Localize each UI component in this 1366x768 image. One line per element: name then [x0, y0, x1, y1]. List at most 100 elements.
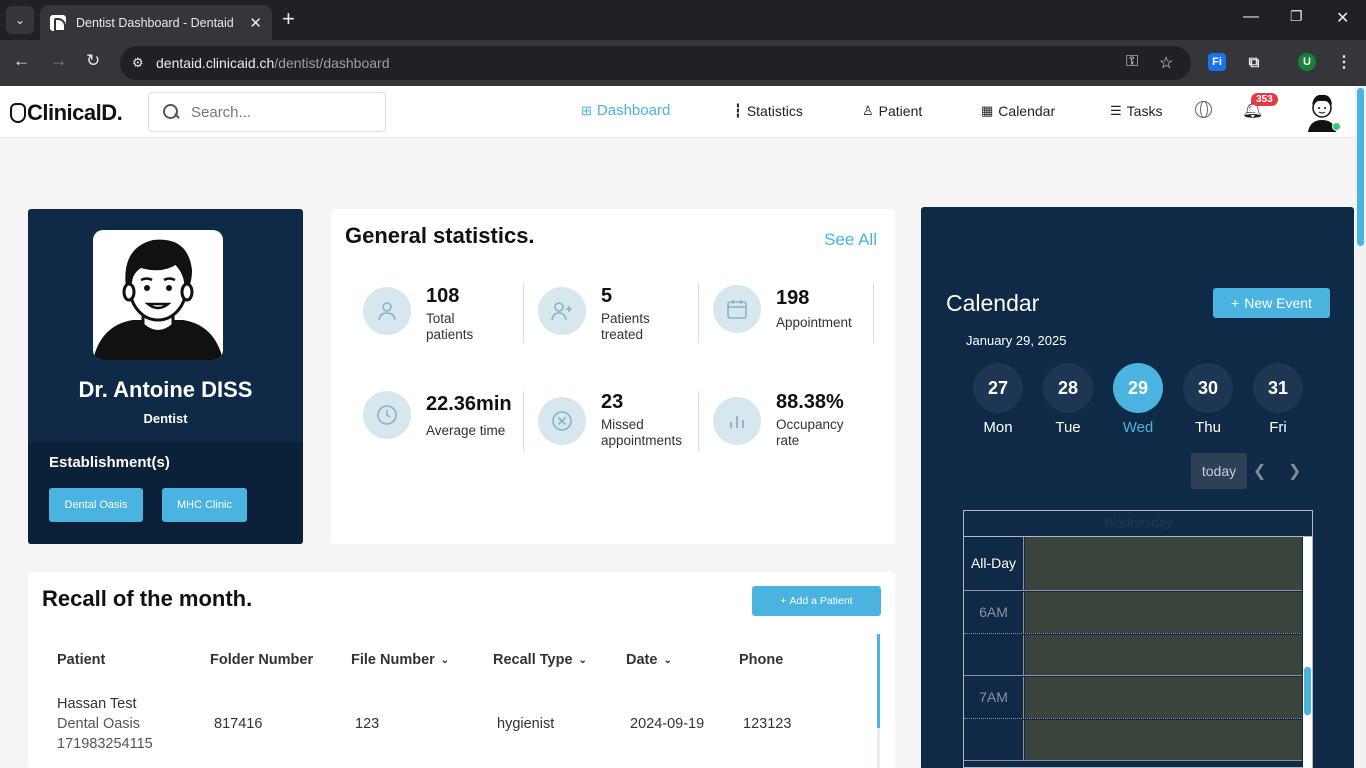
- key-icon[interactable]: ⚿: [1126, 53, 1138, 71]
- phone: 123123: [743, 716, 792, 732]
- stat-label: Total patients: [426, 311, 474, 342]
- nav-patient[interactable]: ♙ Patient: [862, 103, 922, 119]
- restore-button[interactable]: ❐: [1290, 8, 1303, 25]
- tooth-logo-icon: [10, 103, 26, 123]
- minimize-button[interactable]: —: [1243, 8, 1259, 26]
- forward-button[interactable]: →: [50, 51, 67, 71]
- calendar-current-date: January 29, 2025: [966, 333, 1067, 348]
- column-header-file-number[interactable]: File Number ⌄: [351, 652, 449, 668]
- time-slot[interactable]: [1025, 720, 1302, 760]
- divider: [873, 283, 874, 343]
- stat-missed-appointments: 23 Missed appointments: [538, 391, 713, 467]
- close-window-button[interactable]: ✕: [1336, 8, 1349, 28]
- chevron-right-icon[interactable]: ❯: [1288, 461, 1301, 481]
- patient-name: Hassan Test: [57, 696, 137, 712]
- row-label: 6AM: [964, 592, 1024, 633]
- app-header: ClinicalD. ⊞Dashboard ┇Statistics ♙Patie…: [0, 86, 1366, 138]
- plus-icon: +: [780, 595, 787, 607]
- establishments-section: Establishment(s) Dental Oasis MHC Clinic: [28, 442, 303, 544]
- time-slot[interactable]: [1025, 635, 1302, 675]
- new-tab-button[interactable]: +: [282, 8, 295, 30]
- close-tab-icon[interactable]: ✕: [249, 14, 262, 32]
- establishment-dental-oasis-button[interactable]: Dental Oasis: [49, 488, 143, 522]
- file-number: 123: [355, 716, 380, 732]
- extension-icon[interactable]: Fi: [1208, 53, 1226, 71]
- page-scrollbar[interactable]: [1355, 86, 1366, 768]
- recall-scroll-thumb[interactable]: [877, 634, 880, 728]
- plus-icon: +: [1231, 295, 1240, 311]
- browser-menu-icon[interactable]: ⋮: [1335, 53, 1353, 71]
- stat-label: Missed appointments: [601, 417, 683, 448]
- row-label: 7AM: [964, 677, 1024, 718]
- row-label: [964, 635, 1024, 675]
- recall-scrollbar[interactable]: [877, 634, 880, 768]
- online-status-dot: [1332, 122, 1341, 131]
- url-path: /dentist/dashboard: [274, 55, 390, 71]
- column-header-date[interactable]: Date ⌄: [626, 652, 672, 668]
- new-event-button[interactable]: + New Event: [1213, 288, 1330, 318]
- grid-row-all-day: All-Day: [964, 537, 1302, 591]
- tab-search-button[interactable]: ⌄: [6, 6, 34, 34]
- chevron-down-icon: ⌄: [663, 654, 672, 666]
- calendar-scroll-thumb[interactable]: [1304, 667, 1311, 715]
- row-label: All-Day: [964, 537, 1024, 590]
- search-box[interactable]: [148, 92, 386, 132]
- column-header-folder-number: Folder Number: [210, 652, 314, 668]
- profile-avatar-icon[interactable]: U: [1298, 53, 1316, 71]
- column-header-recall-type[interactable]: Recall Type ⌄: [493, 652, 587, 668]
- notification-badge: 353: [1251, 93, 1278, 106]
- nav-calendar[interactable]: ▦ Calendar: [981, 103, 1055, 119]
- stat-value: 5: [601, 285, 613, 307]
- extensions-puzzle-icon[interactable]: ⧉: [1245, 53, 1263, 71]
- establishment-mhc-clinic-button[interactable]: MHC Clinic: [162, 488, 247, 522]
- grid-day-header: Wednesday: [964, 511, 1312, 537]
- page-scroll-thumb[interactable]: [1357, 88, 1364, 246]
- calendar-day-fri[interactable]: 31 Fri: [1253, 363, 1303, 436]
- stat-appointment: 198 Appointment: [713, 285, 888, 355]
- patient-clinic: Dental Oasis: [57, 716, 141, 732]
- chevron-left-icon[interactable]: ❮: [1253, 461, 1266, 481]
- language-globe-icon[interactable]: [1195, 101, 1212, 118]
- grid-icon: ⊞: [581, 102, 592, 118]
- app-logo[interactable]: ClinicalD.: [10, 100, 123, 126]
- calendar-day-mon[interactable]: 27 Mon: [973, 363, 1023, 436]
- calendar-scrollbar[interactable]: [1303, 537, 1312, 768]
- profile-avatar: [93, 230, 223, 360]
- bookmark-star-icon[interactable]: ☆: [1159, 53, 1173, 73]
- column-header-phone: Phone: [739, 652, 784, 668]
- calendar-day-thu[interactable]: 30 Thu: [1183, 363, 1233, 436]
- time-slot[interactable]: [1025, 677, 1302, 718]
- calendar-day-wed[interactable]: 29 Wed: [1113, 363, 1163, 436]
- all-day-slot[interactable]: [1025, 537, 1302, 590]
- browser-tab[interactable]: Dentist Dashboard - Dentaid ✕: [40, 5, 272, 40]
- stat-total-patients: 108 Total patients: [363, 285, 538, 357]
- stat-value: 198: [776, 287, 810, 309]
- profile-card: Dr. Antoine DISS Dentist Establishment(s…: [28, 209, 303, 544]
- site-info-icon[interactable]: ⚙: [132, 55, 152, 71]
- today-button[interactable]: today: [1191, 453, 1247, 489]
- stat-patients-treated: 5 Patients treated: [538, 285, 713, 357]
- time-slot[interactable]: [1025, 592, 1302, 633]
- nav-tasks[interactable]: ☰ Tasks: [1110, 103, 1162, 119]
- search-input[interactable]: [191, 103, 361, 121]
- chevron-down-icon: ⌄: [578, 654, 587, 666]
- row-label: [964, 720, 1024, 760]
- address-bar[interactable]: ⚙ dentaid.clinicaid.ch/dentist/dashboard…: [120, 46, 1191, 80]
- nav-dashboard[interactable]: ⊞ Dashboard: [581, 102, 670, 119]
- stat-value: 108: [426, 285, 460, 307]
- calendar-day-tue[interactable]: 28 Tue: [1043, 363, 1093, 436]
- add-patient-button[interactable]: + Add a Patient: [752, 586, 881, 616]
- statistics-title: General statistics.: [345, 223, 535, 248]
- grid-row-7am: 7AM: [964, 677, 1302, 719]
- calendar-icon: ▦: [981, 103, 994, 118]
- divider: [698, 391, 699, 451]
- nav-statistics[interactable]: ┇ Statistics: [734, 103, 803, 119]
- reload-button[interactable]: ↻: [86, 51, 100, 71]
- back-button[interactable]: ←: [13, 51, 30, 71]
- users-icon: ♙: [862, 103, 874, 118]
- browser-toolbar: ← → ↻ ⚙ dentaid.clinicaid.ch/dentist/das…: [0, 40, 1366, 86]
- clock-icon: [363, 391, 411, 439]
- divider: [523, 283, 524, 343]
- see-all-link[interactable]: See All: [824, 230, 877, 250]
- folder-number: 817416: [214, 716, 263, 732]
